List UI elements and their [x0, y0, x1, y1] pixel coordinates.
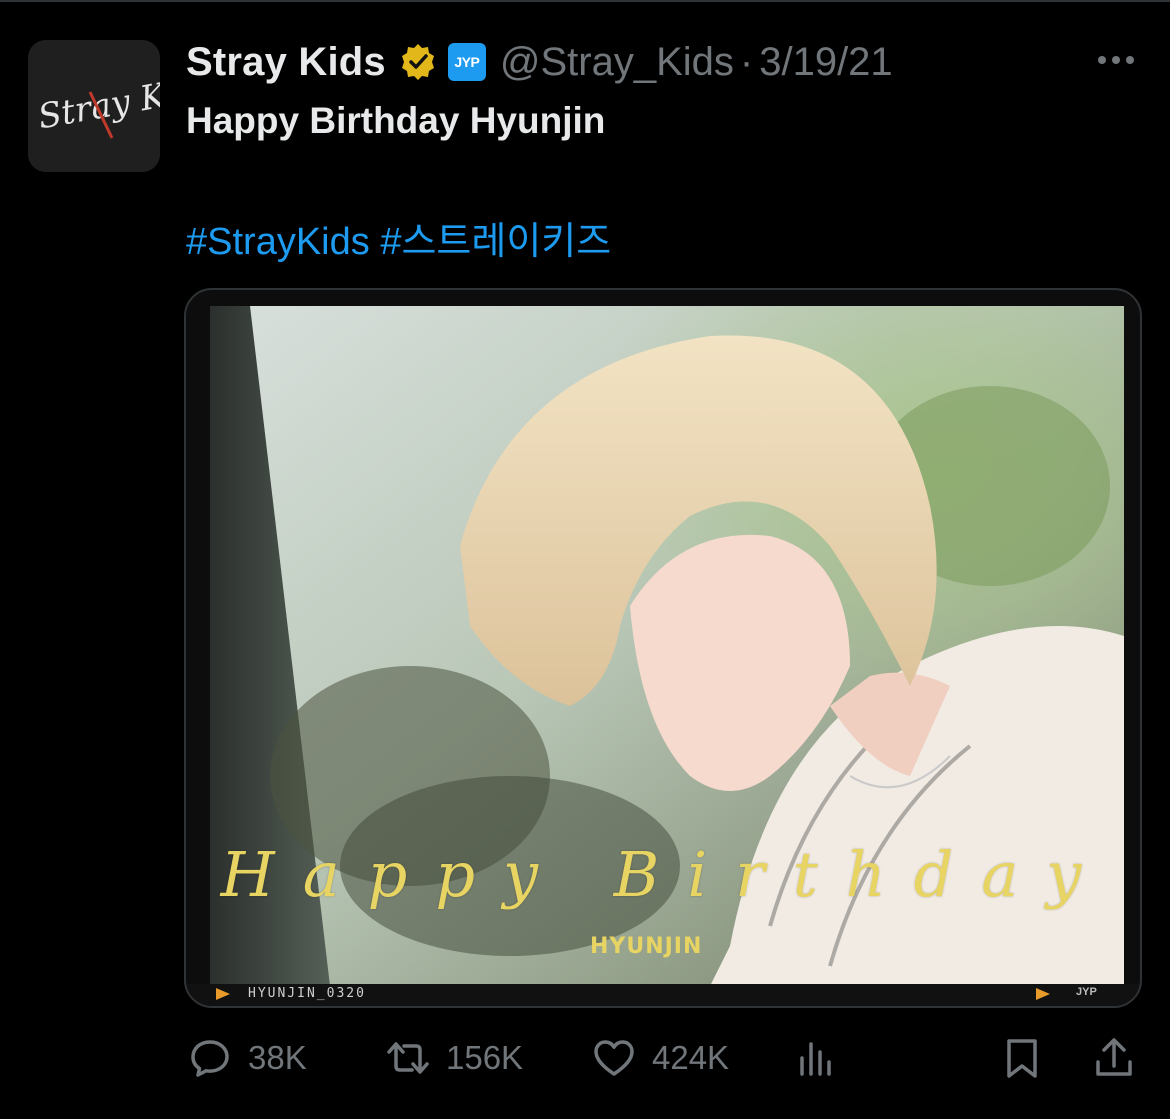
views-button[interactable]	[794, 1034, 838, 1082]
verified-icon[interactable]	[398, 42, 438, 82]
more-icon[interactable]	[1094, 46, 1138, 74]
like-button[interactable]: 424K	[592, 1034, 729, 1082]
share-icon	[1096, 1038, 1132, 1076]
share-button[interactable]	[1092, 1034, 1136, 1082]
reply-button[interactable]: 38K	[188, 1034, 307, 1082]
bookmark-icon	[1007, 1039, 1037, 1078]
hashtag-link[interactable]: #스트레이키즈	[380, 221, 611, 263]
affiliate-badge[interactable]: JYP	[447, 43, 486, 81]
avatar-logo: Stray Kids	[28, 40, 160, 172]
retweet-button[interactable]: 156K	[386, 1034, 523, 1082]
media-card[interactable]: Happy Birthday HYUNJIN HYUNJIN_0320 JYP	[184, 288, 1142, 1008]
like-count: 424K	[652, 1039, 730, 1076]
corner-logo: JYP	[1076, 986, 1097, 998]
filmstrip: HYUNJIN_0320 JYP	[186, 984, 1140, 1006]
hashtag-link[interactable]: #StrayKids	[186, 221, 370, 263]
divider	[0, 0, 1170, 2]
views-icon	[800, 1042, 831, 1076]
play-arrow-icon	[1036, 988, 1050, 1000]
tweet-text: Happy Birthday Hyunjin	[186, 100, 606, 141]
retweet-icon	[387, 1042, 429, 1074]
play-arrow-icon	[216, 988, 230, 1000]
separator-dot: ·	[739, 39, 754, 84]
handle[interactable]: @Stray_Kids	[500, 40, 734, 85]
film-label: HYUNJIN_0320	[248, 986, 366, 1001]
display-name[interactable]: Stray Kids	[186, 40, 386, 85]
bookmark-button[interactable]	[1000, 1034, 1044, 1082]
tweet[interactable]: Stray Kids Stray Kids JYP @Stray_Kids · …	[0, 0, 1170, 1119]
like-icon	[594, 1040, 634, 1076]
tweet-header: Stray Kids JYP @Stray_Kids · 3/19/21	[186, 36, 1146, 88]
reply-icon	[191, 1040, 229, 1077]
photo-overlay-cursive: Happy Birthday	[220, 838, 1110, 911]
photo-overlay-name: HYUNJIN	[590, 934, 703, 959]
avatar[interactable]: Stray Kids	[28, 40, 160, 172]
retweet-count: 156K	[446, 1039, 524, 1076]
reply-count: 38K	[248, 1039, 307, 1076]
hashtags: #StrayKids #스트레이키즈	[186, 210, 611, 265]
tweet-date[interactable]: 3/19/21	[759, 40, 892, 85]
